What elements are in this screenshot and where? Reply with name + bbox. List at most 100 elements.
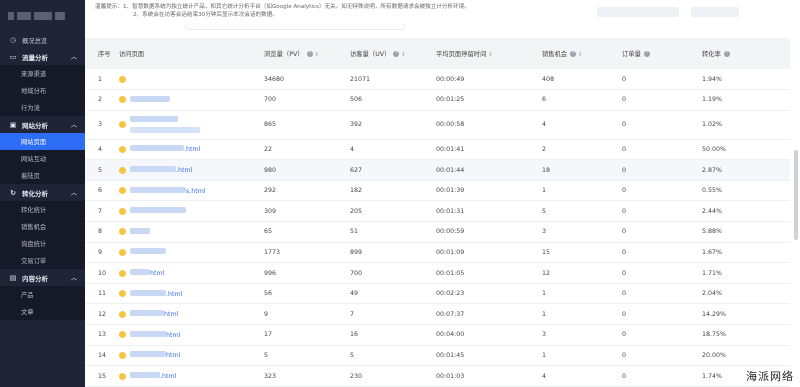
col-avg-time[interactable]: 平均页面停留时间 ⇕ — [436, 38, 542, 69]
cell-index: 11 — [85, 283, 119, 305]
cell-page[interactable]: html — [119, 262, 264, 284]
page-link[interactable]: html — [150, 270, 164, 277]
cell-page[interactable] — [119, 110, 264, 140]
cell-pv: 309 — [264, 200, 350, 223]
cell-orders: 0 — [622, 345, 702, 367]
col-leads[interactable]: 销售机会? ⇕ — [542, 38, 622, 69]
cell-uv: 506 — [350, 89, 436, 111]
page-link[interactable]: .html — [176, 167, 192, 174]
cell-conversion: 50.00% — [702, 139, 790, 161]
sidebar-group[interactable]: ▣ 网站分析 ︿ — [0, 116, 85, 133]
page-link[interactable]: .html — [166, 291, 182, 298]
help-icon[interactable]: ? — [723, 51, 730, 57]
sidebar-item-overview[interactable]: ◷ 概况总览 — [0, 32, 85, 48]
page-favicon-icon — [119, 228, 126, 236]
page-link[interactable]: .html — [184, 146, 200, 153]
col-conversion[interactable]: 转化率? — [702, 38, 790, 69]
sidebar-group[interactable]: ↻ 转化分析 ︿ — [0, 184, 85, 201]
cell-leads: 12 — [542, 262, 622, 284]
cell-pv: 323 — [264, 365, 350, 387]
cell-avg-time: 00:01:41 — [436, 139, 542, 161]
cell-pv: 65 — [264, 221, 350, 243]
sidebar-group[interactable]: ▭ 流量分析 ︿ — [0, 48, 85, 65]
cell-page[interactable]: .html — [119, 159, 264, 181]
cell-page[interactable]: .html — [119, 139, 264, 161]
cell-index: 12 — [85, 303, 119, 326]
sidebar-subitem[interactable]: 转化统计 — [0, 201, 85, 218]
traffic-icon: ▭ — [9, 52, 17, 61]
page-link[interactable]: .html — [160, 373, 176, 380]
sidebar-subitem[interactable]: 销售机会 — [0, 218, 85, 235]
cell-page[interactable]: html — [119, 345, 264, 367]
redacted-url — [130, 351, 166, 358]
page-link[interactable]: html — [164, 311, 178, 318]
cell-index: 8 — [85, 221, 119, 243]
sort-icon[interactable]: ⇕ — [488, 52, 492, 58]
sidebar-subitem[interactable]: 网站互动 — [0, 150, 85, 167]
cell-index: 9 — [85, 242, 119, 264]
col-pv[interactable]: 浏览量（PV）? ⇕ — [264, 38, 350, 69]
sort-icon[interactable]: ⇕ — [578, 52, 582, 58]
cell-leads: 15 — [542, 242, 622, 264]
table-header-row: 序号 访问页面 浏览量（PV）? ⇕ 访客量（UV）? ⇕ 平均页面停留时间 ⇕ 销售… — [85, 38, 790, 69]
help-icon[interactable]: ? — [643, 51, 650, 57]
cell-conversion: 2.87% — [702, 159, 790, 181]
sidebar-subitem[interactable]: 询盘统计 — [0, 235, 85, 252]
watermark-text: 海派网络 — [744, 368, 796, 384]
redacted-url — [130, 127, 200, 134]
cell-page[interactable]: html — [119, 303, 264, 326]
scrollbar-thumb[interactable] — [794, 150, 798, 240]
cell-page[interactable] — [119, 200, 264, 223]
cell-avg-time: 00:00:49 — [436, 69, 542, 91]
table-row: 14 html 5 5 00:01:45 1 0 20.00% — [85, 345, 790, 367]
cell-orders: 0 — [622, 200, 702, 223]
table-row: 15 .html 323 230 00:01:03 4 0 1.74% — [85, 365, 790, 387]
cell-pv: 22 — [264, 139, 350, 161]
cell-orders: 0 — [622, 159, 702, 181]
sidebar-subitem[interactable]: 来源渠道 — [0, 65, 85, 82]
col-orders[interactable]: 订单量? — [622, 38, 702, 69]
sidebar-subitem[interactable]: 着陆页 — [0, 167, 85, 184]
cell-uv: 51 — [350, 221, 436, 243]
cell-orders: 0 — [622, 89, 702, 111]
help-icon[interactable]: ? — [393, 51, 400, 57]
page-link[interactable]: s.html — [186, 188, 206, 195]
cell-page[interactable]: .html — [119, 365, 264, 387]
cell-page[interactable] — [119, 221, 264, 243]
cell-page[interactable] — [119, 69, 264, 91]
cell-orders: 0 — [622, 303, 702, 326]
sidebar-group[interactable]: ▤ 内容分析 ︿ — [0, 269, 85, 286]
sort-icon[interactable]: ⇕ — [315, 52, 319, 58]
sidebar-item-active[interactable]: 网站页面 — [0, 133, 85, 150]
sidebar-subitem[interactable]: 交易订单 — [0, 252, 85, 269]
cell-page[interactable]: .html — [119, 283, 264, 305]
cell-orders: 0 — [622, 110, 702, 140]
help-icon[interactable]: ? — [306, 51, 313, 57]
sidebar-subitem[interactable]: 行为流 — [0, 99, 85, 116]
sidebar-subitem[interactable]: 文章 — [0, 303, 85, 320]
cell-leads: 4 — [542, 365, 622, 387]
col-uv[interactable]: 访客量（UV）? ⇕ — [350, 38, 436, 69]
redacted-url — [130, 95, 170, 102]
redacted-url — [130, 330, 166, 337]
help-icon[interactable]: ? — [570, 51, 577, 57]
cell-page[interactable]: s.html — [119, 180, 264, 202]
site-selector[interactable] — [597, 7, 679, 17]
account-menu[interactable] — [691, 7, 739, 17]
cell-index: 1 — [85, 69, 119, 91]
cell-page[interactable] — [119, 89, 264, 111]
sidebar-subitem[interactable]: 地域分布 — [0, 82, 85, 99]
cell-page[interactable]: html — [119, 324, 264, 346]
page-link[interactable]: html — [166, 332, 180, 339]
cell-avg-time: 00:02:23 — [436, 283, 542, 305]
sidebar-subitem[interactable]: 产品 — [0, 286, 85, 303]
cell-orders: 0 — [622, 283, 702, 305]
cell-avg-time: 00:01:45 — [436, 345, 542, 367]
cell-uv: 7 — [350, 303, 436, 326]
cell-orders: 0 — [622, 324, 702, 346]
sidebar-subitem-label: 地域分布 — [21, 88, 47, 95]
page-link[interactable]: html — [166, 352, 180, 359]
sidebar-group-label: 转化分析 — [22, 189, 48, 198]
cell-page[interactable] — [119, 242, 264, 264]
sort-icon[interactable]: ⇕ — [401, 52, 405, 58]
